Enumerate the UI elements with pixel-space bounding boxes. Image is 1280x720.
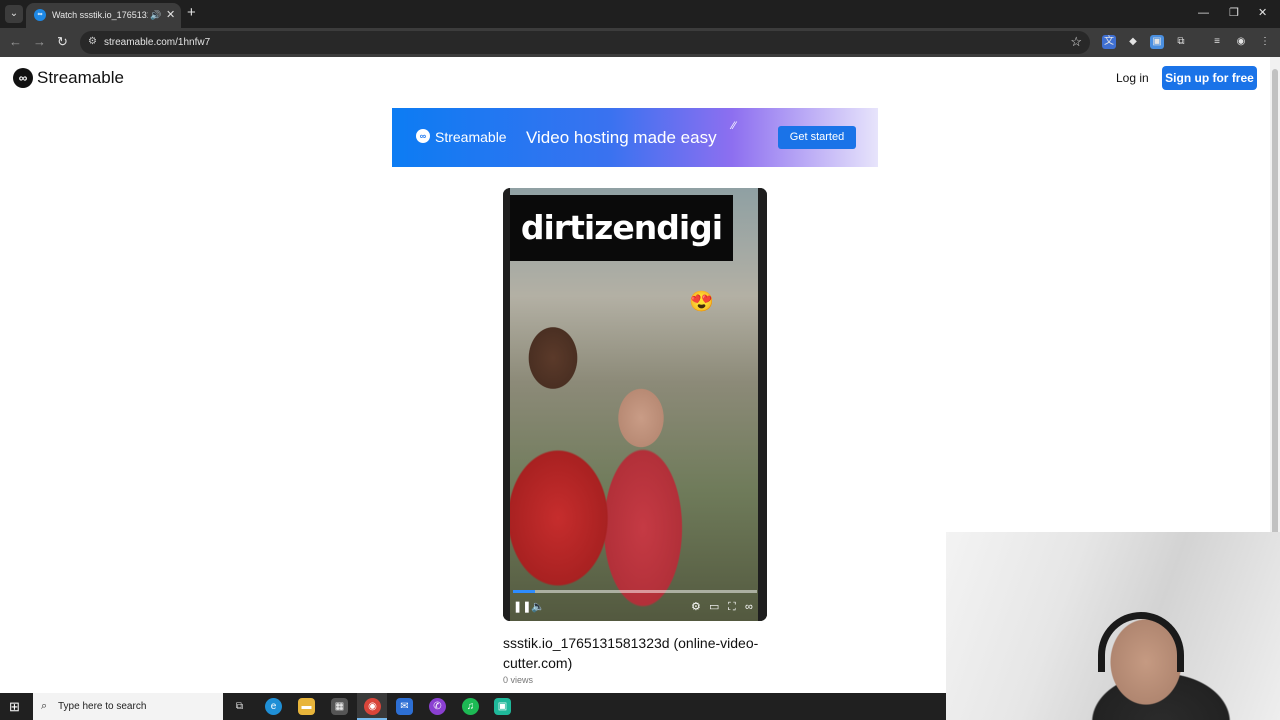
spotify-icon[interactable]: ♫: [462, 698, 479, 715]
windows-taskbar: ⊞ ⌕ Type here to search ⧉ e ▬ ▦ ◉ ✉ ✆ ♫ …: [0, 693, 946, 720]
fullscreen-icon[interactable]: ⛶: [728, 601, 736, 613]
login-link[interactable]: Log in: [1116, 70, 1149, 86]
browser-tab[interactable]: ∞ Watch ssstik.io_1765131581 🔊 ✕: [26, 3, 181, 28]
restore-icon[interactable]: ❐: [1229, 6, 1239, 20]
speaker-icon[interactable]: 🔊: [150, 8, 161, 22]
logo-text: Streamable: [37, 68, 124, 87]
extensions-puzzle-icon[interactable]: ⧉: [1174, 35, 1188, 49]
windows-start-icon[interactable]: ⊞: [9, 699, 20, 714]
heart-eyes-emoji: 😍: [689, 291, 714, 313]
video-caption: dirtizendigi: [520, 208, 723, 247]
banner-tagline: Video hosting made easy: [526, 128, 717, 147]
banner-brand: Streamable: [435, 129, 507, 145]
search-icon: ⌕: [41, 700, 48, 712]
video-letterbox-right: [758, 188, 767, 621]
video-progress-fill: [513, 590, 535, 593]
site-info-icon[interactable]: ⚙: [88, 36, 100, 48]
chrome-menu-icon[interactable]: ⋮: [1258, 35, 1272, 49]
edge-browser-icon[interactable]: e: [265, 698, 282, 715]
signup-button[interactable]: Sign up for free: [1162, 66, 1257, 90]
video-title: ssstik.io_1765131581323d (online-video-c…: [503, 635, 759, 671]
file-explorer-icon[interactable]: ▬: [298, 698, 315, 715]
translate-extension-icon[interactable]: 文: [1102, 35, 1116, 49]
bookmark-star-icon[interactable]: ☆: [1070, 34, 1082, 50]
photo-extension-icon[interactable]: ▣: [1150, 35, 1164, 49]
picture-in-picture-icon[interactable]: ▭: [709, 601, 719, 613]
tab-close-icon[interactable]: ✕: [166, 7, 175, 23]
media-controls-icon[interactable]: ≡: [1210, 35, 1224, 49]
back-arrow-icon[interactable]: ←: [9, 34, 22, 50]
tab-list-button[interactable]: ⌄: [5, 5, 23, 23]
messenger-icon[interactable]: ✆: [429, 698, 446, 715]
window-close-icon[interactable]: ✕: [1258, 6, 1267, 20]
reload-icon[interactable]: ↻: [57, 34, 68, 50]
diamond-extension-icon[interactable]: ◆: [1126, 35, 1140, 49]
profile-avatar-icon[interactable]: ◉: [1234, 35, 1248, 49]
banner-logo-icon: ∞: [416, 129, 430, 143]
minimize-icon[interactable]: —: [1198, 6, 1209, 20]
streamable-favicon-icon: ∞: [34, 9, 46, 21]
chrome-icon[interactable]: ◉: [364, 698, 381, 715]
tab-title: Watch ssstik.io_1765131581: [52, 10, 148, 20]
volume-icon[interactable]: 🔈: [531, 601, 545, 613]
video-caption-box: dirtizendigi: [510, 195, 733, 261]
video-letterbox-left: [503, 188, 510, 621]
task-view-icon[interactable]: ⧉: [231, 698, 248, 715]
forward-arrow-icon[interactable]: →: [33, 34, 46, 50]
video-progress-bar[interactable]: [513, 590, 757, 593]
promo-banner[interactable]: ∞ Streamable Video hosting made easy ⁄⁄ …: [392, 108, 878, 167]
browser-tab-strip: ⌄ ∞ Watch ssstik.io_1765131581 🔊 ✕ + — ❐…: [0, 0, 1280, 28]
streamable-watermark-icon[interactable]: ∞: [745, 601, 753, 613]
scrollbar-thumb[interactable]: [1272, 69, 1278, 589]
mail-icon[interactable]: ✉: [396, 698, 413, 715]
sparkle-icon: ⁄⁄: [732, 120, 736, 132]
pause-icon[interactable]: ❚❚: [513, 601, 531, 613]
streamable-logo-icon: ∞: [13, 68, 33, 88]
store-icon[interactable]: ▦: [331, 698, 348, 715]
taskbar-search[interactable]: ⌕ Type here to search: [33, 693, 223, 720]
browser-toolbar: ← → ↻ ⚙ streamable.com/1hnfw7 ☆ 文 ◆ ▣ ⧉ …: [0, 28, 1280, 57]
address-bar[interactable]: ⚙ streamable.com/1hnfw7 ☆: [80, 31, 1090, 54]
settings-gear-icon[interactable]: ⚙: [691, 601, 701, 613]
get-started-button[interactable]: Get started: [778, 126, 856, 149]
webcam-overlay: [946, 532, 1280, 720]
view-count: 0 views: [503, 675, 534, 685]
video-player[interactable]: dirtizendigi 😍 ❚❚ 🔈 ⚙ ▭ ⛶ ∞: [503, 188, 767, 621]
new-tab-button[interactable]: +: [187, 4, 196, 22]
search-placeholder: Type here to search: [58, 701, 147, 712]
android-app-icon[interactable]: ▣: [494, 698, 511, 715]
url-text: streamable.com/1hnfw7: [104, 37, 211, 48]
headset-shape: [1098, 612, 1184, 672]
